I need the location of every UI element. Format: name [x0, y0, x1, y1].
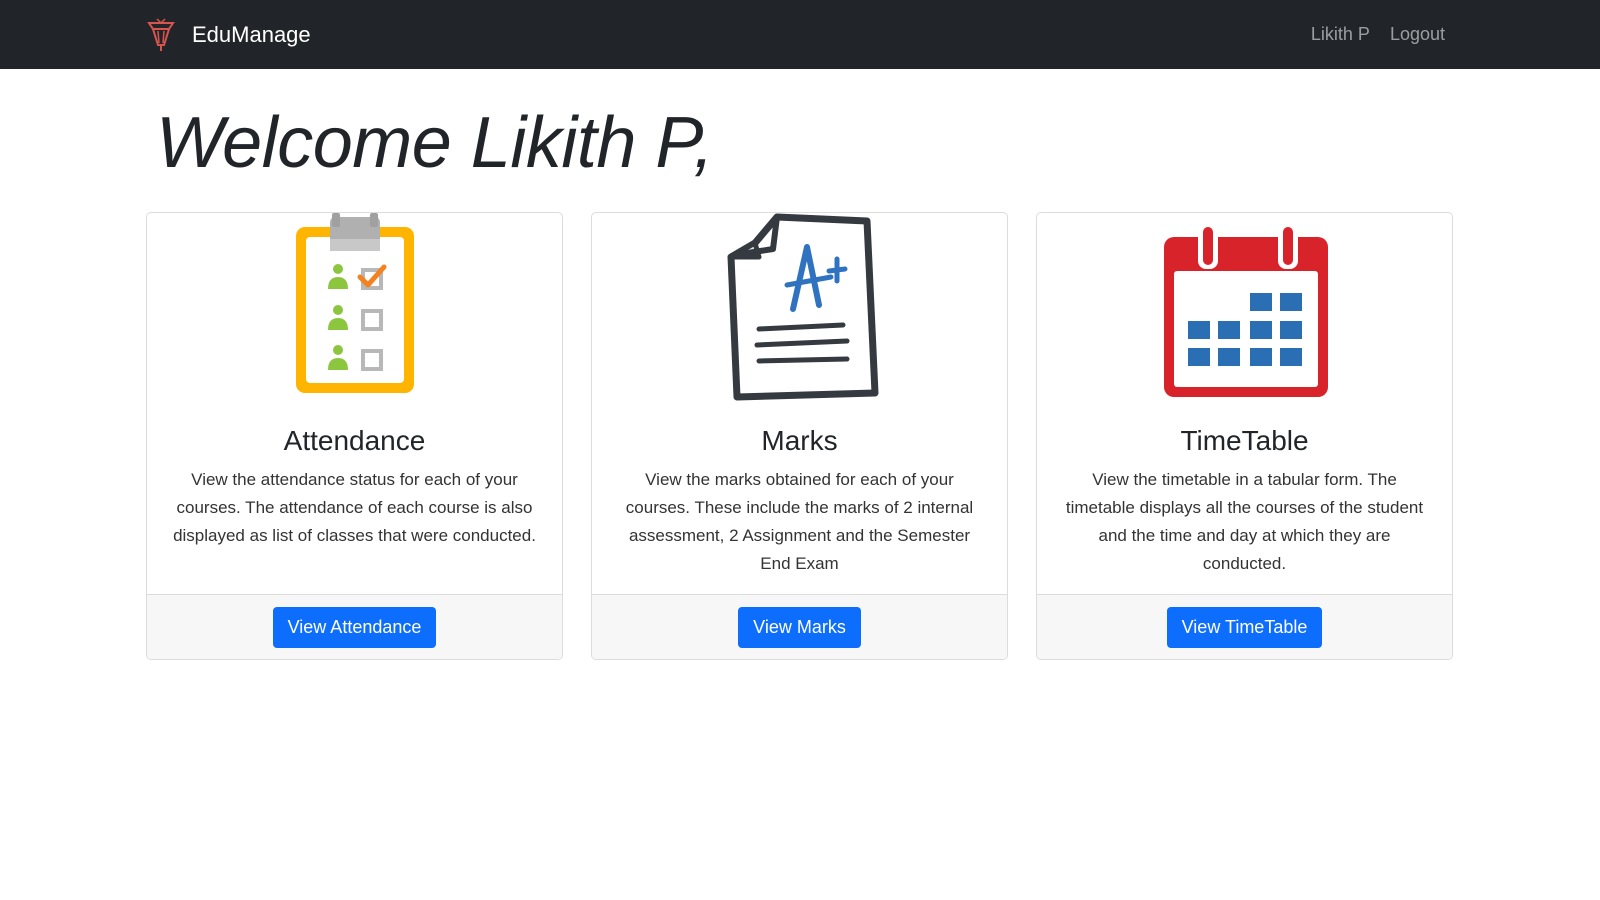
marks-card: Marks View the marks obtained for each o… [591, 212, 1008, 660]
attendance-clipboard-icon [295, 213, 414, 393]
top-navbar: EduManage Likith P Logout [0, 0, 1600, 69]
brand-name: EduManage [192, 22, 311, 47]
welcome-greeting: Welcome [156, 103, 452, 183]
marks-card-footer: View Marks [592, 594, 1007, 659]
timetable-card: TimeTable View the timetable in a tabula… [1036, 212, 1453, 660]
welcome-heading: Welcome Likith P, [156, 98, 714, 188]
attendance-card-footer: View Attendance [147, 594, 562, 659]
attendance-card-text: View the attendance status for each of y… [173, 470, 536, 545]
attendance-card-title: Attendance [283, 425, 426, 456]
nav-links: Likith P Logout [1291, 0, 1445, 69]
attendance-card: Attendance View the attendance status fo… [146, 212, 563, 660]
timetable-card-text: View the timetable in a tabular form. Th… [1065, 470, 1424, 573]
timetable-card-footer: View TimeTable [1037, 594, 1452, 659]
feature-cards: Attendance View the attendance status fo… [146, 212, 1454, 660]
brand-link[interactable]: EduManage [146, 17, 311, 53]
welcome-user-name: Likith P, [470, 103, 714, 183]
logout-link[interactable]: Logout [1390, 24, 1445, 45]
graduation-torch-logo-icon [146, 17, 176, 53]
nav-user-name[interactable]: Likith P [1311, 24, 1370, 45]
calendar-icon [1163, 225, 1328, 397]
marks-card-image [592, 213, 1007, 408]
marks-card-text: View the marks obtained for each of your… [625, 470, 974, 573]
view-attendance-button[interactable]: View Attendance [272, 606, 437, 648]
marks-paper-icon [727, 213, 878, 401]
timetable-card-title: TimeTable [1180, 425, 1309, 456]
marks-card-title: Marks [761, 425, 838, 456]
view-marks-button[interactable]: View Marks [738, 606, 861, 648]
attendance-card-image [147, 213, 562, 408]
view-timetable-button[interactable]: View TimeTable [1166, 606, 1323, 648]
timetable-card-image [1037, 213, 1452, 408]
